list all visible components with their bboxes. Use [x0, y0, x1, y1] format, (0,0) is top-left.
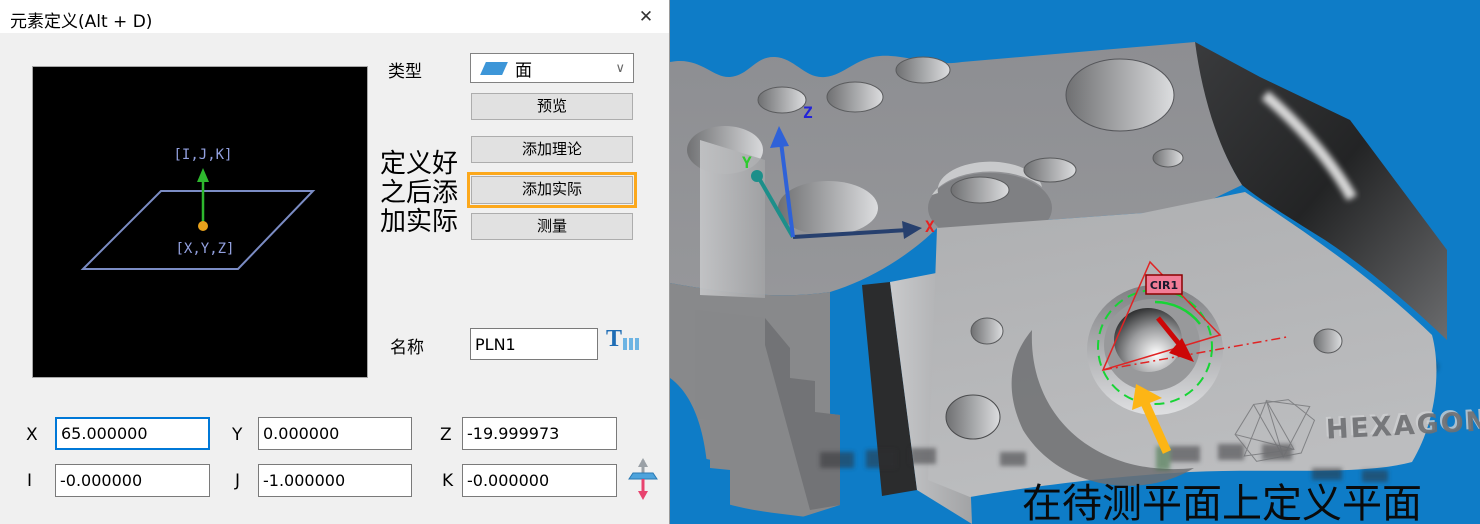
type-dropdown[interactable]: 面 ∨ [470, 53, 634, 83]
j-label: J [235, 471, 240, 491]
tutorial-annotation: 定义好 之后添 加实际 [380, 150, 472, 237]
k-input[interactable] [462, 464, 617, 497]
plane-schematic: [I,J,K] [X,Y,Z] [33, 67, 367, 377]
viewport-caption: 在待测平面上定义平面 [1022, 481, 1422, 524]
close-icon[interactable]: ✕ [633, 5, 659, 29]
origin-label: [X,Y,Z] [175, 241, 234, 257]
flip-vector-icon[interactable] [628, 458, 658, 500]
x-axis-label: X [925, 217, 935, 236]
plane-preview-panel: [I,J,K] [X,Y,Z] [32, 66, 368, 378]
chevron-down-icon: ∨ [615, 61, 625, 76]
x-input[interactable] [55, 417, 210, 450]
z-input[interactable] [462, 417, 617, 450]
type-label: 类型 [388, 57, 422, 82]
cad-scene: HEXAGON HEXAGON X Y Z CIR1 在待测平面上定义平面 [670, 0, 1480, 524]
cad-3d-viewport[interactable]: HEXAGON HEXAGON X Y Z CIR1 在待测平面上定义平面 [670, 0, 1480, 524]
plane-outline [83, 191, 313, 269]
normal-vector-arrowhead [197, 168, 209, 182]
name-label: 名称 [390, 333, 424, 358]
z-axis-label: Z [803, 103, 813, 122]
y-input[interactable] [258, 417, 412, 450]
add-actual-button[interactable]: 添加实际 [471, 176, 633, 204]
i-label: I [27, 471, 32, 491]
plane-type-icon [480, 62, 508, 75]
y-label: Y [232, 425, 242, 445]
z-label: Z [440, 425, 452, 445]
type-value: 面 [515, 56, 615, 81]
annotation-line: 之后添 [380, 179, 472, 208]
j-input[interactable] [258, 464, 412, 497]
measure-button[interactable]: 测量 [471, 213, 633, 240]
feature-badge-label: CIR1 [1150, 279, 1178, 292]
name-input[interactable] [470, 328, 598, 360]
add-theoretical-button[interactable]: 添加理论 [471, 136, 633, 163]
k-label: K [442, 471, 453, 491]
origin-point [198, 221, 208, 231]
element-definition-dialog: 元素定义(Alt + D) ✕ [I,J,K] [X,Y,Z] 类型 面 ∨ 预… [0, 0, 670, 524]
dialog-titlebar[interactable]: 元素定义(Alt + D) ✕ [0, 0, 669, 33]
x-label: X [26, 425, 38, 445]
annotation-line: 加实际 [380, 208, 472, 237]
name-id-icon[interactable]: T [606, 329, 646, 353]
preview-button[interactable]: 预览 [471, 93, 633, 120]
dialog-title: 元素定义(Alt + D) [10, 7, 152, 32]
annotation-line: 定义好 [380, 150, 472, 179]
app-window: { "dialog": { "title": "元素定义(Alt + D)", … [0, 0, 1480, 524]
i-input[interactable] [55, 464, 210, 497]
normal-label: [I,J,K] [173, 147, 232, 163]
y-axis-label: Y [742, 153, 752, 172]
